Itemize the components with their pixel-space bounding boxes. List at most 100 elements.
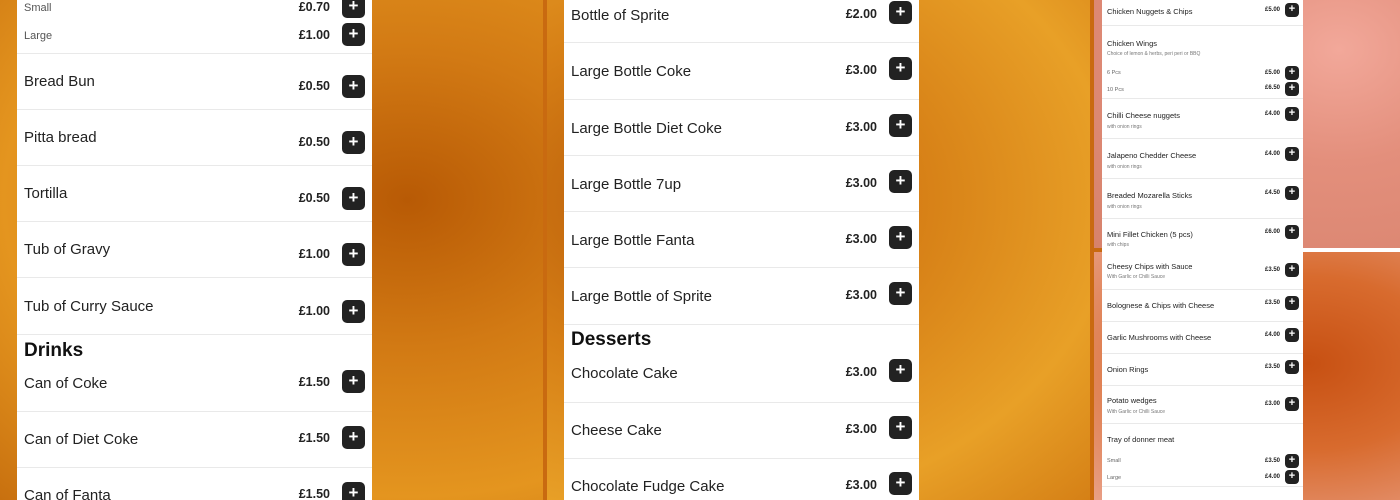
- item-price: £4.00: [1264, 474, 1280, 480]
- add-button[interactable]: +: [1285, 66, 1299, 80]
- add-button[interactable]: +: [1285, 454, 1299, 468]
- menu-item-row: Mini Fillet Chicken (5 pcs) with chips £…: [1102, 219, 1303, 248]
- add-button[interactable]: +: [1285, 470, 1299, 484]
- menu-item-row: 10 Pcs £6.50 +: [1102, 82, 1303, 99]
- menu-item-row: Large Bottle of Sprite £3.00 +: [564, 268, 919, 325]
- menu-item-row: Small £0.70 +: [17, 0, 372, 22]
- add-button[interactable]: +: [889, 1, 912, 24]
- add-button[interactable]: +: [1285, 328, 1299, 342]
- item-name: Tray of donner meat: [1107, 435, 1175, 444]
- item-name: Small: [24, 2, 52, 14]
- item-name: Potato wedges: [1107, 396, 1157, 405]
- item-price: £1.00: [298, 247, 330, 261]
- menu-item-row: Large Bottle Diet Coke £3.00 +: [564, 100, 919, 156]
- item-name: 10 Pcs: [1107, 87, 1124, 93]
- menu-item-row: 6 Pcs £5.00 +: [1102, 64, 1303, 82]
- add-button[interactable]: +: [1285, 296, 1299, 310]
- item-price: £3.00: [845, 365, 877, 379]
- add-button[interactable]: +: [1285, 360, 1299, 374]
- item-name: Bread Bun: [24, 73, 95, 90]
- add-button[interactable]: +: [889, 170, 912, 193]
- item-name: Bolognese & Chips with Cheese: [1107, 301, 1215, 310]
- add-button[interactable]: +: [889, 416, 912, 439]
- item-name: Breaded Mozarella Sticks: [1107, 191, 1193, 200]
- item-name: Bottle of Sprite: [571, 7, 670, 24]
- item-price: £0.50: [298, 79, 330, 93]
- add-button[interactable]: +: [342, 131, 365, 154]
- add-button[interactable]: +: [1285, 82, 1299, 96]
- add-button[interactable]: +: [1285, 225, 1299, 239]
- add-button[interactable]: +: [1285, 147, 1299, 161]
- add-button[interactable]: +: [1285, 3, 1299, 17]
- add-button[interactable]: +: [1285, 186, 1299, 200]
- item-name: Chilli Cheese nuggets: [1107, 111, 1180, 120]
- item-name: Chocolate Fudge Cake: [571, 478, 725, 495]
- add-button[interactable]: +: [889, 359, 912, 382]
- menu-item-row: Chocolate Fudge Cake £3.00 +: [564, 459, 919, 500]
- add-button[interactable]: +: [342, 370, 365, 393]
- menu-item-row: Tub of Gravy £1.00 +: [17, 222, 372, 278]
- item-price: £3.00: [845, 232, 877, 246]
- add-button[interactable]: +: [1285, 397, 1299, 411]
- item-price: £4.00: [1264, 332, 1280, 338]
- menu-item-row: Can of Coke £1.50 +: [17, 356, 372, 412]
- item-name: Large Bottle Fanta: [571, 232, 695, 249]
- menu-item-row: Large Bottle Coke £3.00 +: [564, 43, 919, 100]
- menu-item-row: Onion Rings £3.50 +: [1102, 354, 1303, 386]
- menu-item-row: Large £1.00 +: [17, 22, 372, 54]
- item-price: £1.50: [298, 431, 330, 445]
- menu-item-row: Small £3.50 +: [1102, 454, 1303, 470]
- menu-item-row: Bread Bun £0.50 +: [17, 54, 372, 110]
- item-price: £0.50: [298, 191, 330, 205]
- add-button[interactable]: +: [889, 114, 912, 137]
- menu-item-row: Garlic Mushrooms with Cheese £4.00 +: [1102, 322, 1303, 354]
- add-button[interactable]: +: [1285, 107, 1299, 121]
- item-description: with onion rings: [1107, 164, 1142, 170]
- menu-item-row: Chicken Nuggets & Chips £5.00 +: [1102, 0, 1303, 26]
- add-button[interactable]: +: [889, 57, 912, 80]
- item-price: £3.50: [1264, 267, 1280, 273]
- add-button[interactable]: +: [889, 472, 912, 495]
- menu-panel-middle: Bottle of Sprite £2.00 + Large Bottle Co…: [564, 0, 919, 500]
- add-button[interactable]: +: [342, 187, 365, 210]
- item-name: Can of Fanta: [24, 487, 111, 500]
- item-price: £0.70: [298, 0, 330, 14]
- item-price: £3.00: [845, 288, 877, 302]
- item-price: £3.50: [1264, 458, 1280, 464]
- item-name: Tortilla: [24, 185, 68, 202]
- item-price: £1.50: [298, 487, 330, 500]
- add-button[interactable]: +: [342, 0, 365, 18]
- item-price: £4.50: [1264, 190, 1280, 196]
- item-description: With Garlic or Chilli Sauce: [1107, 274, 1166, 280]
- add-button[interactable]: +: [342, 23, 365, 46]
- item-description: with onion rings: [1107, 204, 1142, 210]
- item-price: £3.00: [845, 120, 877, 134]
- panel-divider: [1302, 248, 1400, 252]
- add-button[interactable]: +: [342, 300, 365, 323]
- menu-item-row: Chicken Wings Choice of lemon & herbs, p…: [1102, 26, 1303, 64]
- item-price: £4.00: [1264, 151, 1280, 157]
- item-name: Large Bottle of Sprite: [571, 288, 712, 305]
- add-button[interactable]: +: [1285, 263, 1299, 277]
- item-name: Pitta bread: [24, 129, 97, 146]
- add-button[interactable]: +: [342, 426, 365, 449]
- item-price: £1.00: [298, 28, 330, 42]
- item-description: with chips: [1107, 242, 1129, 248]
- add-button[interactable]: +: [889, 282, 912, 305]
- item-name: Chocolate Cake: [571, 365, 678, 382]
- menu-item-row: Can of Diet Coke £1.50 +: [17, 412, 372, 468]
- item-price: £1.00: [298, 304, 330, 318]
- menu-item-row: Tortilla £0.50 +: [17, 166, 372, 222]
- add-button[interactable]: +: [342, 243, 365, 266]
- add-button[interactable]: +: [342, 75, 365, 98]
- item-price: £3.00: [845, 176, 877, 190]
- item-price: £6.50: [1264, 85, 1280, 91]
- item-name: Tub of Gravy: [24, 241, 111, 258]
- add-button[interactable]: +: [342, 482, 365, 500]
- item-name: Onion Rings: [1107, 365, 1149, 374]
- menu-item-row: Tray of donner meat: [1102, 424, 1303, 454]
- item-price: £5.00: [1264, 70, 1280, 76]
- item-price: £3.00: [845, 478, 877, 492]
- add-button[interactable]: +: [889, 226, 912, 249]
- item-price: £3.50: [1264, 364, 1280, 370]
